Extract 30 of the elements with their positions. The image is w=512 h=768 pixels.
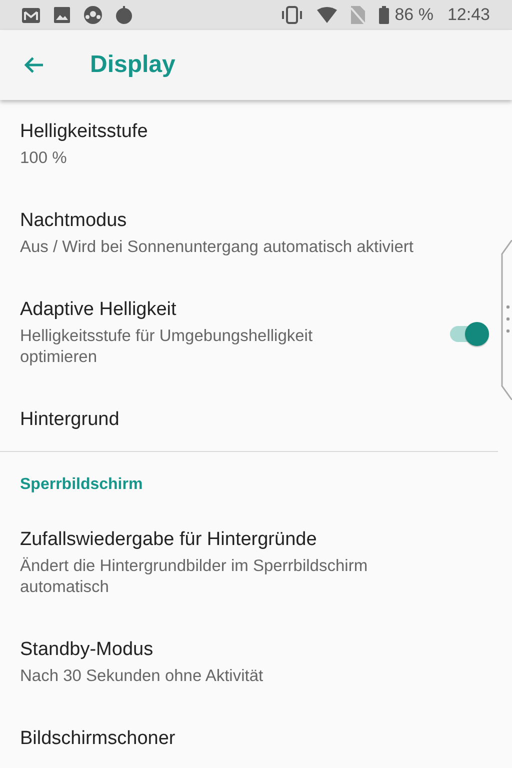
setting-summary: Helligkeitsstufe für Umgebungshelligkeit optimieren <box>20 326 314 368</box>
settings-item[interactable]: Helligkeitsstufe 100 % <box>0 100 498 189</box>
setting-summary: Aus / Wird bei Sonnenuntergang automatisch aktiviert <box>20 237 414 258</box>
settings-item[interactable]: Nachtmodus Aus / Wird bei Sonnenuntergang automatisch aktiviert <box>0 189 498 278</box>
wifi-icon <box>316 7 337 23</box>
battery-icon <box>378 6 389 24</box>
setting-title: Zufallswiedergabe für Hintergründe <box>20 529 318 551</box>
setting-summary: Ändert die Hintergrundbilder im Sperrbildschirm automatisch <box>20 556 369 598</box>
setting-title: Adaptive Helligkeit <box>20 299 178 321</box>
settings-item[interactable]: Zufallswiedergabe für Hintergründe Ändert die Hintergrundbilder im Sperrbildschirm automatisch <box>0 508 498 618</box>
setting-title: Standby-Modus <box>20 639 154 661</box>
image-icon <box>54 7 70 23</box>
screen-title: Display <box>90 51 176 79</box>
section-header: Sperrbildschirm <box>20 476 143 494</box>
no-sim-icon <box>350 6 365 24</box>
setting-title: Helligkeitsstufe <box>20 121 149 143</box>
settings-item[interactable]: Bildschirmschoner <box>0 707 498 768</box>
setting-title: Bildschirmschoner <box>20 728 176 750</box>
clock: 12:43 <box>447 5 490 25</box>
settings-item[interactable]: Hintergrund <box>0 388 498 452</box>
ball-icon <box>84 6 102 24</box>
setting-summary: Nach 30 Sekunden ohne Aktivität <box>20 666 264 687</box>
settings-item[interactable]: Standby-Modus Nach 30 Sekunden ohne Aktivität <box>0 618 498 707</box>
settings-item[interactable]: Adaptive Helligkeit Helligkeitsstufe für Umgebungshelligkeit optimieren <box>0 278 498 388</box>
setting-title: Hintergrund <box>20 409 120 431</box>
battery-level: 86 % <box>394 5 434 25</box>
mail-icon <box>22 8 40 22</box>
vibrate-icon <box>280 6 303 24</box>
setting-summary: 100 % <box>20 148 68 169</box>
setting-title: Nachtmodus <box>20 210 128 232</box>
